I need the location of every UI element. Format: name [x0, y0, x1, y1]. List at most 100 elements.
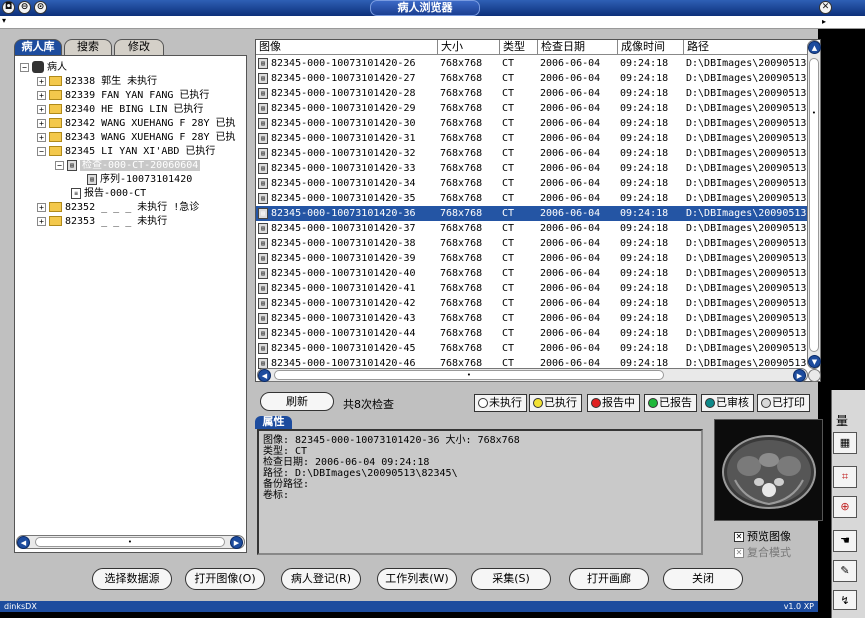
properties-tab[interactable]: 属性 — [255, 416, 292, 429]
restore-icon[interactable]: ⊙ — [34, 1, 47, 14]
status-filter-button[interactable]: 已打印 — [757, 394, 810, 412]
grid-layout-icon[interactable]: ▦ — [833, 432, 857, 454]
scroll-right-icon[interactable]: ▶ — [230, 536, 243, 549]
status-filter-button[interactable]: 已审核 — [701, 394, 754, 412]
grid-hscroll[interactable]: ◀ • ▶ — [257, 368, 808, 382]
checkbox-checked-icon[interactable]: ✕ — [734, 532, 744, 542]
table-row[interactable]: ▤ 82345-000-10073101420-31 768x768 CT 2006-0… — [256, 131, 808, 146]
image-grid[interactable]: 图像 大小 类型 检查日期 成像时间 路径 ▤ 82345-000-1007310… — [255, 39, 821, 382]
expand-icon[interactable]: + — [37, 118, 46, 128]
expand-icon[interactable]: + — [37, 104, 46, 114]
open-image-button[interactable]: 打开图像(O) — [185, 568, 265, 590]
table-row[interactable]: ▤ 82345-000-10073101420-26 768x768 CT 2006-0… — [256, 56, 808, 71]
collapse-icon[interactable]: − — [37, 146, 46, 156]
checkbox-checked-icon[interactable]: ✕ — [734, 548, 744, 558]
scroll-thumb[interactable]: • — [809, 58, 819, 352]
table-row[interactable]: ▤ 82345-000-10073101420-45 768x768 CT 2006-0… — [256, 341, 808, 356]
tab-patient-db[interactable]: 病人库 — [14, 39, 62, 55]
hand-icon[interactable]: ☚ — [833, 530, 857, 552]
overlay-mode-checkbox[interactable]: ✕ 复合模式 — [734, 544, 791, 560]
select-datasource-button[interactable]: 选择数据源 — [92, 568, 172, 590]
table-row[interactable]: ▤ 82345-000-10073101420-28 768x768 CT 2006-0… — [256, 86, 808, 101]
scroll-thumb[interactable]: • — [274, 370, 664, 380]
expand-icon[interactable]: + — [37, 216, 46, 226]
scroll-up-icon[interactable]: ▲ — [808, 41, 821, 54]
minimize-icon[interactable]: ⊖ — [18, 1, 31, 14]
table-row[interactable]: ▤ 82345-000-10073101420-32 768x768 CT 2006-0… — [256, 146, 808, 161]
grid-vscroll[interactable]: ▲ • ▼ — [807, 40, 821, 369]
status-filter-button[interactable]: 未执行 — [474, 394, 527, 412]
cell-time-text: 09:24:18 — [620, 178, 669, 189]
col-size[interactable]: 大小 — [438, 40, 500, 55]
crop-icon[interactable]: ⌗ — [833, 466, 857, 488]
table-row[interactable]: ▤ 82345-000-10073101420-33 768x768 CT 2006-0… — [256, 161, 808, 176]
menu-icon[interactable]: ◘ — [2, 1, 15, 14]
table-row[interactable]: ▤ 82345-000-10073101420-42 768x768 CT 2006-0… — [256, 296, 808, 311]
tree-patient[interactable]: +82340 HE BING LIN 已执行 — [37, 103, 203, 117]
cell-date: 2006-06-04 — [538, 341, 618, 356]
cell-date-text: 2006-06-04 — [540, 73, 601, 84]
expand-icon[interactable]: + — [37, 202, 46, 212]
table-row[interactable]: ▤ 82345-000-10073101420-30 768x768 CT 2006-0… — [256, 116, 808, 131]
misc-tool-icon[interactable]: ↯ — [833, 590, 857, 610]
table-row[interactable]: ▤ 82345-000-10073101420-29 768x768 CT 2006-0… — [256, 101, 808, 116]
cell-time: 09:24:18 — [618, 296, 684, 311]
table-row[interactable]: ▤ 82345-000-10073101420-27 768x768 CT 2006-0… — [256, 71, 808, 86]
tree-report[interactable]: ≡ 报告-000-CT — [71, 187, 146, 201]
tab-modify[interactable]: 修改 — [114, 39, 164, 55]
tree-hscroll[interactable]: ◀ • ▶ — [16, 535, 245, 549]
scroll-down-icon[interactable]: ▼ — [808, 355, 821, 368]
col-type[interactable]: 类型 — [500, 40, 538, 55]
table-row[interactable]: ▤ 82345-000-10073101420-41 768x768 CT 2006-0… — [256, 281, 808, 296]
table-row[interactable]: ▤ 82345-000-10073101420-40 768x768 CT 2006-0… — [256, 266, 808, 281]
tree-patient[interactable]: +82352 _ _ _ 未执行 !急诊 — [37, 201, 199, 215]
tree-series[interactable]: ▤ 序列-10073101420 — [87, 173, 192, 187]
table-row[interactable]: ▤ 82345-000-10073101420-43 768x768 CT 2006-0… — [256, 311, 808, 326]
col-time[interactable]: 成像时间 — [618, 40, 684, 55]
refresh-button[interactable]: 刷新 — [260, 392, 334, 411]
table-row[interactable]: ▤ 82345-000-10073101420-36 768x768 CT 2006-0… — [256, 206, 808, 221]
collapse-icon[interactable]: − — [20, 62, 29, 72]
status-filter-button[interactable]: 已报告 — [644, 394, 697, 412]
scroll-right-icon[interactable]: ▶ — [793, 369, 806, 382]
worklist-button[interactable]: 工作列表(W) — [377, 568, 457, 590]
patient-register-button[interactable]: 病人登记(R) — [281, 568, 361, 590]
target-icon[interactable]: ⊕ — [833, 496, 857, 518]
table-row[interactable]: ▤ 82345-000-10073101420-38 768x768 CT 2006-0… — [256, 236, 808, 251]
table-row[interactable]: ▤ 82345-000-10073101420-44 768x768 CT 2006-0… — [256, 326, 808, 341]
table-row[interactable]: ▤ 82345-000-10073101420-37 768x768 CT 2006-0… — [256, 221, 808, 236]
tree-patient[interactable]: +82343 WANG XUEHANG F 28Y 已执 — [37, 131, 236, 145]
col-date[interactable]: 检查日期 — [538, 40, 618, 55]
tree-patient[interactable]: +82353 _ _ _ 未执行 — [37, 215, 167, 229]
status-filter-button[interactable]: 报告中 — [587, 394, 640, 412]
tree-exam[interactable]: − ▤ 检查-000-CT-20060604 — [55, 159, 201, 173]
open-gallery-button[interactable]: 打开画廊 — [569, 568, 649, 590]
tab-search[interactable]: 搜索 — [64, 39, 112, 55]
expand-icon[interactable]: + — [37, 132, 46, 142]
status-filter-button[interactable]: 已执行 — [529, 394, 582, 412]
col-image[interactable]: 图像 — [256, 40, 438, 55]
expand-icon[interactable]: + — [37, 90, 46, 100]
table-row[interactable]: ▤ 82345-000-10073101420-35 768x768 CT 2006-0… — [256, 191, 808, 206]
preview-image-checkbox[interactable]: ✕ 预览图像 — [734, 528, 791, 544]
table-row[interactable]: ▤ 82345-000-10073101420-34 768x768 CT 2006-0… — [256, 176, 808, 191]
tree-patient[interactable]: +82338 郭生 未执行 — [37, 75, 157, 89]
expand-icon[interactable]: + — [37, 76, 46, 86]
scroll-left-icon[interactable]: ◀ — [258, 369, 271, 382]
scroll-left-icon[interactable]: ◀ — [17, 536, 30, 549]
acquire-button[interactable]: 采集(S) — [471, 568, 551, 590]
col-path[interactable]: 路径 — [684, 40, 814, 55]
tree-patient[interactable]: +82339 FAN YAN FANG 已执行 — [37, 89, 209, 103]
tree-patient[interactable]: − 82345 LI YAN XI'ABD 已执行 — [37, 145, 215, 159]
close-icon[interactable]: ✕ — [819, 1, 832, 14]
cell-size: 768x768 — [438, 266, 500, 281]
scroll-thumb[interactable]: • — [35, 537, 225, 547]
tree-root[interactable]: − 病人 — [20, 61, 67, 75]
close-button[interactable]: 关闭 — [663, 568, 743, 590]
tree-patient[interactable]: +82342 WANG XUEHANG F 28Y 已执 — [37, 117, 236, 131]
collapse-icon[interactable]: − — [55, 160, 64, 170]
cell-image-text: 82345-000-10073101420-44 — [271, 328, 416, 339]
pen-icon[interactable]: ✎ — [833, 560, 857, 582]
table-row[interactable]: ▤ 82345-000-10073101420-39 768x768 CT 2006-0… — [256, 251, 808, 266]
patient-tree[interactable]: − 病人 +82338 郭生 未执行 +82339 FAN YAN FANG 已执行… — [14, 55, 247, 553]
